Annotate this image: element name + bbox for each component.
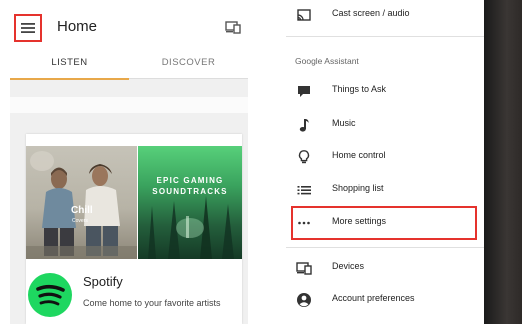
tab-bar: LISTEN DISCOVER [10, 48, 248, 80]
drawer-scrim[interactable] [484, 0, 522, 324]
drawer-item-label: Shopping list [332, 183, 384, 193]
hamburger-menu-icon [21, 23, 35, 33]
page-title: Home [57, 18, 98, 35]
artwork-title: EPIC GAMING SOUNDTRACKS [152, 176, 228, 196]
home-app-screen: Home LISTEN DISCOVER Chill Covers EPIC G… [10, 0, 248, 324]
drawer-item-account-preferences[interactable]: Account preferences [286, 283, 484, 317]
drawer-item-label: Home control [332, 150, 386, 160]
drawer-item-things-to-ask[interactable]: Things to Ask [286, 74, 484, 108]
section-header: Google Assistant [295, 56, 359, 66]
placeholder-strip [10, 97, 248, 113]
list-icon [297, 186, 311, 195]
drawer-item-music[interactable]: Music [286, 108, 484, 142]
app-bar: Home [10, 0, 248, 48]
artwork-title: Chill [71, 205, 93, 216]
band-photo-illustration [26, 151, 137, 259]
devices-icon [296, 262, 312, 275]
chill-covers-artwork[interactable]: Chill Covers [26, 146, 137, 259]
drawer-item-label: Account preferences [332, 293, 415, 303]
music-note-icon [299, 119, 309, 132]
tab-discover[interactable]: DISCOVER [129, 48, 248, 79]
spotify-logo-icon [28, 273, 72, 317]
drawer-item-devices[interactable]: Devices [286, 251, 484, 285]
music-service-card[interactable]: Chill Covers EPIC GAMING SOUNDTRACKS Spo… [26, 134, 242, 324]
provider-description: Come home to your favorite artists [83, 298, 221, 308]
divider [286, 36, 484, 37]
drawer-item-label: Cast screen / audio [332, 8, 410, 18]
navigation-drawer: Cast screen / audio Google Assistant Thi… [286, 0, 484, 324]
drawer-item-label: Devices [332, 261, 365, 271]
menu-button[interactable] [14, 14, 42, 42]
drawer-item-label: Music [332, 118, 356, 128]
cast-icon [297, 9, 311, 21]
forest-illustration [148, 196, 234, 259]
highlight-box [291, 206, 477, 240]
drawer-item-shopping-list[interactable]: Shopping list [286, 173, 484, 207]
navigation-drawer-screen: Cast screen / audio Google Assistant Thi… [286, 0, 522, 324]
devices-button-icon[interactable] [225, 20, 241, 34]
divider [286, 247, 484, 248]
tab-listen[interactable]: LISTEN [10, 48, 129, 80]
lightbulb-icon [298, 150, 310, 164]
drawer-item-label: Things to Ask [332, 84, 387, 94]
provider-name: Spotify [83, 274, 123, 289]
epic-gaming-soundtracks-artwork[interactable]: EPIC GAMING SOUNDTRACKS [138, 146, 242, 259]
drawer-item-cast[interactable]: Cast screen / audio [286, 0, 484, 32]
account-icon [297, 293, 311, 307]
artwork-subtitle: Covers [72, 218, 88, 224]
drawer-item-home-control[interactable]: Home control [286, 140, 484, 174]
chat-icon [298, 86, 310, 97]
